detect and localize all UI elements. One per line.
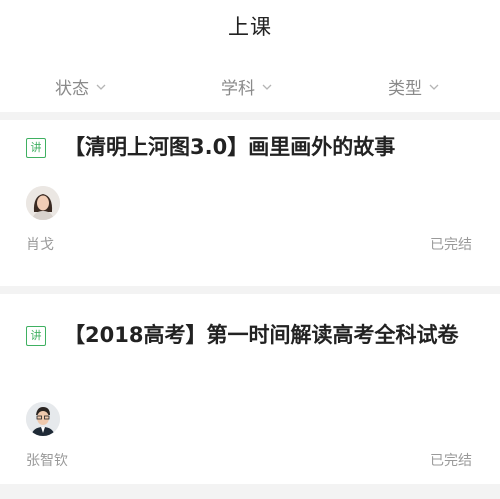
lecture-tag: 讲 bbox=[26, 138, 46, 158]
chevron-down-icon bbox=[262, 84, 272, 90]
course-title-text: 【2018高考】第一时间解读高考全科试卷 bbox=[64, 323, 459, 347]
filter-subject-label: 学科 bbox=[221, 79, 255, 99]
avatar bbox=[26, 402, 60, 436]
course-card[interactable]: 讲【清明上河图3.0】画里画外的故事 肖戈 已完结 bbox=[0, 120, 500, 286]
course-status: 已完结 bbox=[430, 237, 472, 253]
teacher-name: 张智钦 bbox=[26, 453, 68, 469]
top-bar: 上课 bbox=[0, 0, 500, 52]
teacher-name: 肖戈 bbox=[26, 237, 54, 253]
course-card[interactable]: 讲【2018高考】第一时间解读高考全科试卷 张智钦 已完结 bbox=[0, 294, 500, 484]
page-title: 上课 bbox=[228, 15, 272, 39]
teacher-avatar-icon bbox=[26, 402, 60, 436]
teacher-avatar-icon bbox=[26, 186, 60, 220]
section-divider bbox=[0, 484, 500, 499]
filter-bar: 状态 学科 类型 bbox=[0, 62, 500, 112]
filter-type-label: 类型 bbox=[388, 79, 422, 99]
chevron-down-icon bbox=[96, 84, 106, 90]
filter-type[interactable]: 类型 bbox=[388, 74, 440, 99]
lecture-tag: 讲 bbox=[26, 326, 46, 346]
course-title: 讲【清明上河图3.0】画里画外的故事 bbox=[26, 132, 460, 162]
course-status: 已完结 bbox=[430, 453, 472, 469]
filter-subject[interactable]: 学科 bbox=[221, 74, 273, 99]
chevron-down-icon bbox=[429, 84, 439, 90]
filter-status[interactable]: 状态 bbox=[55, 74, 107, 99]
section-divider bbox=[0, 286, 500, 294]
course-title-text: 【清明上河图3.0】画里画外的故事 bbox=[64, 135, 396, 159]
avatar bbox=[26, 186, 60, 220]
filter-status-label: 状态 bbox=[55, 79, 89, 99]
course-title: 讲【2018高考】第一时间解读高考全科试卷 bbox=[26, 320, 460, 350]
section-divider bbox=[0, 112, 500, 120]
